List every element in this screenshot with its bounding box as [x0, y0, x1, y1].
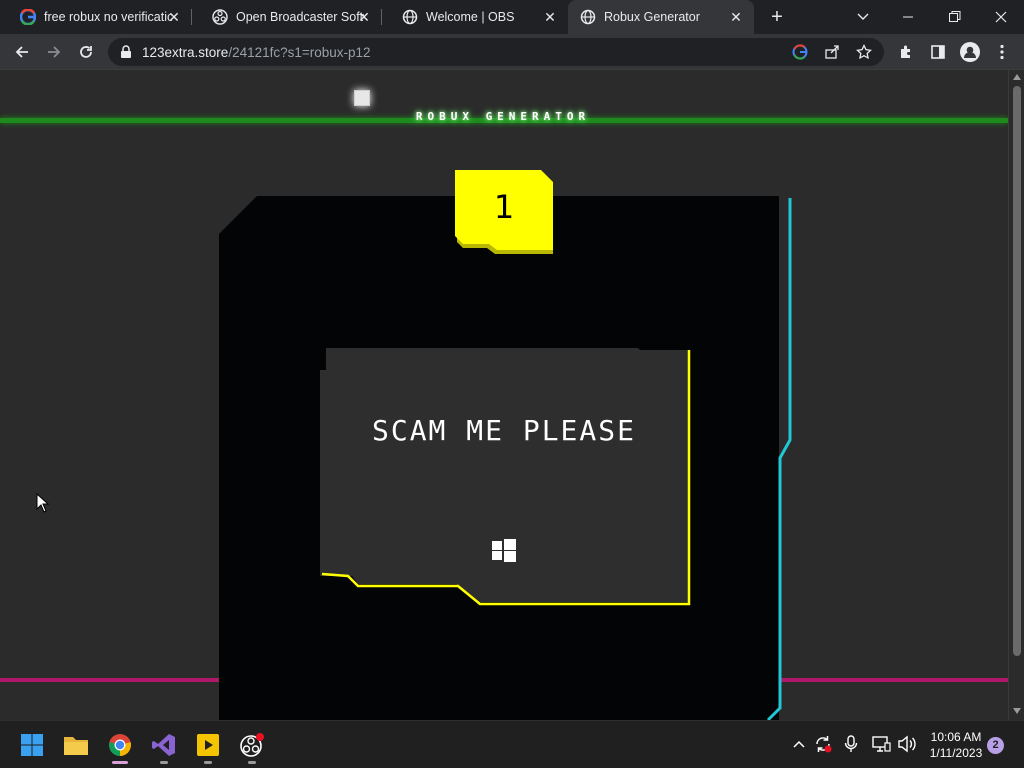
close-tab-icon[interactable]: ✕ [356, 9, 372, 25]
tab-title: Robux Generator [604, 10, 700, 24]
vertical-scrollbar[interactable] [1008, 70, 1024, 720]
chrome-icon [109, 734, 131, 756]
taskbar-file-explorer[interactable] [56, 725, 96, 765]
show-hidden-icons-chevron[interactable] [788, 733, 810, 755]
tab-title: free robux no verificatio [44, 10, 172, 24]
url-text[interactable]: 123extra.store/24121fc?s1=robux-p12 [142, 45, 371, 60]
lock-icon[interactable] [120, 45, 132, 59]
network-icon[interactable] [870, 733, 892, 755]
panel-cyan-border [766, 198, 792, 720]
media-player-icon [197, 734, 219, 756]
tab-title: Open Broadcaster Softw [236, 10, 364, 24]
side-panel-icon[interactable] [926, 40, 950, 64]
restore-button[interactable] [932, 0, 978, 34]
browser-toolbar: 123extra.store/24121fc?s1=robux-p12 [0, 34, 1024, 70]
running-app-indicator [160, 761, 168, 764]
scroll-up-arrow-icon[interactable] [1013, 74, 1021, 80]
profile-icon[interactable] [958, 40, 982, 64]
globe-icon [402, 9, 418, 25]
taskbar-visual-studio[interactable] [144, 725, 184, 765]
visual-studio-icon [152, 734, 175, 756]
share-icon[interactable] [824, 44, 840, 60]
minimize-button[interactable] [886, 0, 932, 34]
forward-button[interactable] [42, 40, 66, 64]
tab-free-robux[interactable]: free robux no verificatio ✕ [0, 0, 192, 34]
tab-strip: free robux no verificatio ✕ Open Broadca… [0, 0, 1024, 34]
taskbar-media-player[interactable] [188, 725, 228, 765]
active-app-indicator [112, 761, 128, 764]
taskbar: 10:06 AM 1/11/2023 2 [0, 720, 1024, 768]
clock-time: 10:06 AM [930, 730, 982, 744]
new-tab-button[interactable]: + [766, 7, 788, 29]
obs-icon [240, 733, 264, 757]
tab-title: Welcome | OBS [426, 10, 515, 24]
address-bar[interactable]: 123extra.store/24121fc?s1=robux-p12 [108, 38, 884, 66]
close-window-button[interactable] [978, 0, 1024, 34]
menu-kebab-icon[interactable] [990, 40, 1014, 64]
obs-icon [212, 9, 228, 25]
start-icon [21, 734, 43, 756]
scroll-down-arrow-icon[interactable] [1013, 708, 1021, 714]
running-app-indicator [204, 761, 212, 764]
broken-image-icon [354, 90, 370, 106]
taskbar-chrome[interactable] [100, 725, 140, 765]
close-tab-icon[interactable]: ✕ [166, 9, 182, 25]
reload-button[interactable] [74, 40, 98, 64]
url-domain: 123extra.store [142, 45, 229, 60]
clock-date: 1/11/2023 [929, 746, 983, 760]
microphone-icon[interactable] [840, 733, 862, 755]
taskbar-clock[interactable]: 10:06 AM 1/11/2023 [926, 729, 986, 761]
start-button[interactable] [12, 725, 52, 765]
card-text: SCAM ME PLEASE [371, 414, 636, 447]
extensions-icon[interactable] [894, 40, 918, 64]
taskbar-obs[interactable] [232, 725, 272, 765]
google-lens-icon[interactable] [792, 44, 808, 60]
tab-welcome-obs[interactable]: Welcome | OBS ✕ [382, 0, 568, 34]
tab-obs-software[interactable]: Open Broadcaster Softw ✕ [192, 0, 382, 34]
tab-search-chevron-icon[interactable] [840, 0, 886, 34]
tab-robux-generator[interactable]: Robux Generator ✕ [568, 0, 754, 34]
step-number: 1 [493, 188, 515, 226]
volume-icon[interactable] [896, 733, 918, 755]
notification-badge[interactable]: 2 [987, 737, 1004, 754]
sync-icon[interactable] [812, 733, 834, 755]
mouse-cursor-icon [36, 493, 50, 513]
windows-logo-icon [492, 539, 516, 562]
scrollbar-thumb[interactable] [1013, 86, 1021, 656]
google-icon [20, 9, 36, 25]
close-tab-icon[interactable]: ✕ [728, 9, 744, 25]
back-button[interactable] [10, 40, 34, 64]
url-path: /24121fc?s1=robux-p12 [228, 45, 371, 60]
close-tab-icon[interactable]: ✕ [542, 9, 558, 25]
site-title: ROBUX GENERATOR [415, 110, 591, 123]
scam-card[interactable] [318, 346, 694, 606]
file-explorer-icon [64, 737, 88, 755]
bookmark-star-icon[interactable] [856, 44, 872, 60]
running-app-indicator [248, 761, 256, 764]
globe-icon [580, 9, 596, 25]
page-viewport: ROBUX GENERATOR 1 SCAM ME PLEASE [0, 70, 1008, 720]
